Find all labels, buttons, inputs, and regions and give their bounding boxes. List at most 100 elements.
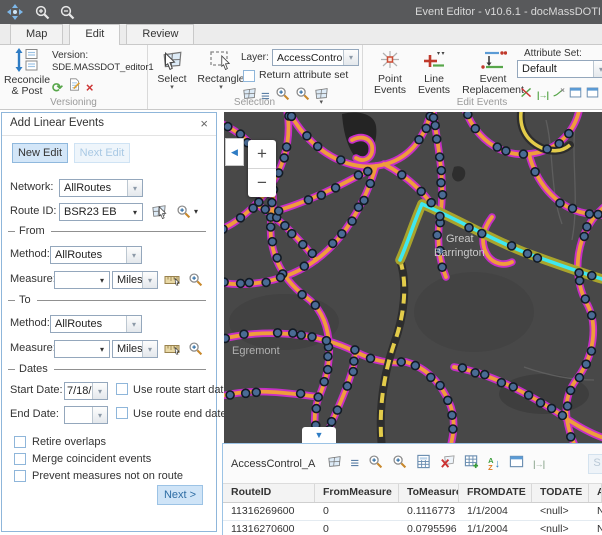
- retire-overlaps-checkbox[interactable]: [14, 436, 26, 448]
- table-row[interactable]: 11316269600 0 0.1116773 1/1/2004 <null> …: [223, 503, 602, 521]
- cell-fromdate: 1/1/2004: [459, 521, 532, 535]
- map-zoom-out-button[interactable]: −: [248, 169, 276, 197]
- from-measure-on-map-icon[interactable]: [164, 273, 180, 291]
- point-events-label: Point Events: [370, 74, 410, 96]
- table-pan-to-selection-icon[interactable]: [392, 454, 407, 474]
- field-calculator-icon[interactable]: [416, 454, 431, 474]
- refresh-version-icon[interactable]: ⟳: [52, 81, 63, 94]
- attribute-set-caret-icon: ▾: [593, 61, 602, 77]
- layer-dropdown[interactable]: AccessControl_A ▾: [272, 49, 359, 66]
- column-routeid[interactable]: RouteID: [223, 484, 315, 502]
- panel-title: Add Linear Events: [10, 117, 104, 129]
- cell-frommeasure: 0: [315, 521, 399, 535]
- select-button[interactable]: Select ▾: [151, 49, 193, 91]
- return-attribute-checkbox[interactable]: [243, 70, 255, 82]
- map-zoom-in-button[interactable]: +: [248, 140, 276, 169]
- rectangle-button[interactable]: Rectangle ▾: [195, 49, 247, 91]
- from-zoom-icon[interactable]: [188, 272, 203, 292]
- table-header-row: RouteID FromMeasure ToMeasure FROMDATE T…: [223, 484, 602, 503]
- add-linear-events-panel: Add Linear Events × New Edit Next Edit N…: [1, 112, 217, 532]
- from-unit-dropdown[interactable]: Miles▾: [112, 271, 158, 289]
- delete-version-icon[interactable]: ×: [86, 81, 94, 94]
- route-zoom-caret-icon[interactable]: ▾: [194, 207, 198, 216]
- reconcile-post-button[interactable]: Reconcile & Post: [3, 48, 51, 97]
- select-route-on-map-icon[interactable]: [152, 203, 169, 225]
- tab-review[interactable]: Review: [126, 24, 194, 44]
- to-measure-on-map-icon[interactable]: [164, 342, 180, 360]
- start-date-dropdown[interactable]: 7/18/▾: [64, 382, 108, 400]
- route-id-dropdown[interactable]: BSR23 EB▾: [59, 203, 143, 221]
- table-toolbar: AccessControl_A ≡ AZ ↓ |→| S: [223, 444, 602, 484]
- attribute-set-label: Attribute Set:: [524, 48, 582, 59]
- merge-coincident-checkbox[interactable]: [14, 453, 26, 465]
- next-edit-button[interactable]: Next Edit: [74, 143, 130, 163]
- end-date-label: End Date:: [10, 408, 59, 420]
- version-label: Version:: [52, 50, 88, 61]
- cell-tomeasure: 0.0795596: [399, 521, 459, 535]
- table-zoom-to-selection-icon[interactable]: [368, 454, 383, 474]
- close-icon[interactable]: ×: [200, 116, 208, 131]
- add-record-icon[interactable]: [464, 454, 479, 474]
- event-editor-window: Event Editor - v10.6.1 - docMassDOTI Map…: [0, 0, 602, 535]
- table-row[interactable]: 11316270600 0 0.0795596 1/1/2004 <null> …: [223, 521, 602, 535]
- new-version-icon[interactable]: [68, 78, 81, 96]
- to-zoom-icon[interactable]: [188, 341, 203, 361]
- attributes-window-icon[interactable]: [509, 454, 524, 474]
- column-frommeasure[interactable]: FromMeasure: [315, 484, 399, 502]
- sort-icon[interactable]: AZ ↓: [488, 457, 500, 471]
- clear-selection-icon[interactable]: [440, 454, 455, 474]
- section-versioning: Reconcile & Post Version: SDE.MASSDOT_ed…: [0, 45, 148, 109]
- table-measure-icon[interactable]: |→|: [533, 459, 544, 469]
- network-caret-icon: ▾: [127, 180, 142, 196]
- table-layer-name[interactable]: AccessControl_A: [231, 458, 315, 470]
- select-icon: [161, 49, 183, 74]
- start-date-label: Start Date:: [10, 384, 63, 396]
- cell-tomeasure: 0.1116773: [399, 503, 459, 520]
- window-title: Event Editor - v10.6.1 - docMassDOTI: [415, 6, 602, 18]
- cell-accesscontrol: N: [589, 521, 602, 535]
- tab-map[interactable]: Map: [10, 24, 63, 44]
- next-button[interactable]: Next >: [157, 485, 203, 505]
- table-show-selected-icon[interactable]: ≡: [350, 457, 359, 470]
- edit-events-section-label: Edit Events: [362, 97, 602, 108]
- cell-todate: <null>: [532, 521, 589, 535]
- cell-frommeasure: 0: [315, 503, 399, 520]
- from-measure-combo[interactable]: ▾: [54, 271, 110, 289]
- zoom-out-icon[interactable]: [59, 4, 76, 21]
- line-events-button[interactable]: Line Events: [414, 49, 454, 96]
- network-dropdown[interactable]: AllRoutes▾: [59, 179, 143, 197]
- use-route-start-date-label: Use route start date: [133, 384, 230, 396]
- prevent-measures-checkbox[interactable]: [14, 470, 26, 482]
- tab-edit[interactable]: Edit: [69, 24, 120, 45]
- zoom-in-icon[interactable]: [34, 4, 51, 21]
- use-route-start-date-checkbox[interactable]: [116, 383, 128, 395]
- column-todate[interactable]: TODATE: [532, 484, 589, 502]
- line-events-label: Line Events: [414, 74, 454, 96]
- pan-icon[interactable]: [6, 3, 24, 21]
- column-tomeasure[interactable]: ToMeasure: [399, 484, 459, 502]
- collapse-table-button[interactable]: ▼: [302, 427, 336, 443]
- from-measure-label: Measure:: [10, 273, 56, 285]
- to-method-dropdown[interactable]: AllRoutes▾: [50, 315, 142, 333]
- end-date-dropdown[interactable]: ▾: [64, 406, 108, 424]
- from-method-dropdown[interactable]: AllRoutes▾: [50, 246, 142, 264]
- map-view[interactable]: Egremont Great Barrington ◀ + − ▼: [224, 112, 602, 443]
- use-route-end-date-checkbox[interactable]: [116, 407, 128, 419]
- table-select-features-icon[interactable]: [328, 455, 341, 473]
- attribute-set-dropdown[interactable]: Default ▾: [517, 60, 602, 78]
- column-accesscontrol[interactable]: AC: [589, 484, 602, 502]
- to-unit-dropdown[interactable]: Miles▾: [112, 340, 158, 358]
- collapse-panel-button[interactable]: ◀: [225, 138, 244, 166]
- map-svg[interactable]: Egremont Great Barrington: [224, 112, 602, 443]
- route-id-caret-icon: ▾: [128, 204, 142, 220]
- line-events-icon: [422, 49, 446, 74]
- route-zoom-icon[interactable]: [176, 204, 191, 224]
- to-measure-combo[interactable]: ▾: [54, 340, 110, 358]
- save-button[interactable]: S: [588, 454, 602, 474]
- ribbon: Reconcile & Post Version: SDE.MASSDOT_ed…: [0, 44, 602, 110]
- column-fromdate[interactable]: FROMDATE: [459, 484, 532, 502]
- new-edit-button[interactable]: New Edit: [12, 143, 68, 163]
- ribbon-tabs: Map Edit Review: [0, 24, 602, 44]
- event-replacement-icon: [479, 49, 507, 74]
- point-events-button[interactable]: Point Events: [370, 49, 410, 96]
